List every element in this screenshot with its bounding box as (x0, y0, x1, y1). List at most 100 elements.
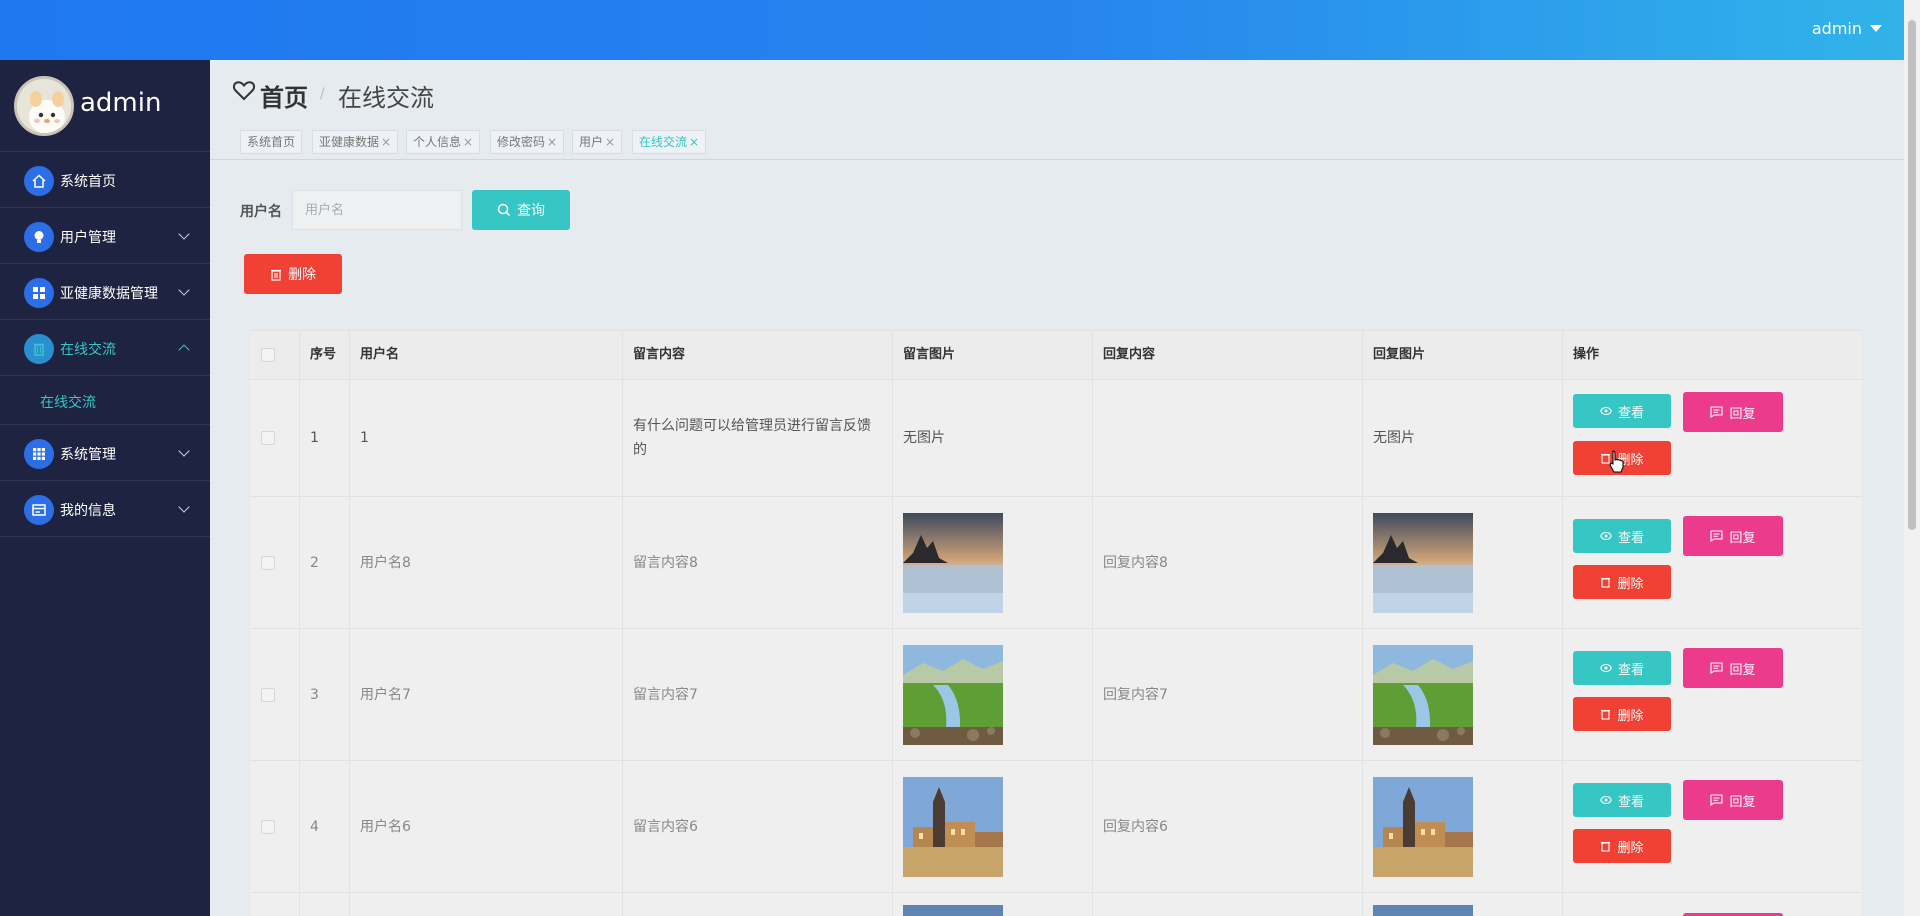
tab-label: 系统首页 (247, 135, 296, 149)
reply-image-cell (1363, 497, 1563, 628)
grid-icon (24, 278, 54, 308)
reply-button[interactable]: 回复 (1683, 516, 1783, 556)
username-cell: 用户名6 (350, 761, 623, 892)
tab-label: 修改密码 (497, 135, 546, 149)
table-row: 2 用户名8 留言内容8 回复内容8 查看 回复 删除 (250, 497, 1862, 629)
breadcrumb-separator: / (320, 86, 325, 102)
username-search-input[interactable] (292, 190, 462, 230)
sidebar-item-users[interactable]: 用户管理 (0, 208, 210, 264)
page-scrollbar[interactable] (1904, 0, 1920, 916)
row-checkbox[interactable] (261, 687, 275, 702)
view-button[interactable]: 查看 (1573, 783, 1671, 817)
content-cell: 有什么问题可以给管理员进行留言反馈的 (623, 380, 893, 496)
header-cell: 留言内容 (623, 331, 893, 379)
reply-image-castle[interactable] (1373, 776, 1473, 877)
close-icon[interactable]: × (689, 135, 699, 149)
sidebar-item-online-chat[interactable]: 在线交流 (0, 320, 210, 376)
message-image-meadow[interactable] (903, 644, 1003, 745)
sidebar-item-home[interactable]: 系统首页 (0, 152, 210, 208)
tab-change-password[interactable]: 修改密码 × (490, 130, 565, 154)
delete-label: 删除 (1617, 840, 1644, 856)
message-image-castle[interactable] (903, 776, 1003, 877)
delete-button[interactable]: 删除 (1573, 829, 1671, 863)
row-content: 留言内容6 (633, 818, 698, 835)
chevron-down-icon (178, 284, 190, 296)
sidebar-item-system[interactable]: 系统管理 (0, 425, 210, 481)
sidebar-item-my-info[interactable]: 我的信息 (0, 481, 210, 537)
reply-button[interactable]: 回复 (1683, 780, 1783, 820)
view-button[interactable]: 查看 (1573, 394, 1671, 428)
delete-button[interactable]: 删除 (1573, 697, 1671, 731)
close-icon[interactable]: × (547, 135, 557, 149)
view-button[interactable]: 查看 (1573, 519, 1671, 553)
message-table: 序号 用户名 留言内容 留言图片 回复内容 回复图片 操作 1 1 有什么问题可… (250, 330, 1862, 916)
submenu-item-online-chat[interactable]: 在线交流 (0, 376, 210, 425)
chevron-down-icon (178, 228, 190, 240)
header-content: 留言内容 (633, 347, 686, 362)
sidebar-item-health-data[interactable]: 亚健康数据管理 (0, 264, 210, 320)
table-row: 3 用户名7 留言内容7 回复内容7 查看 回复 删除 (250, 629, 1862, 761)
select-all-checkbox[interactable] (261, 348, 275, 362)
message-image-partial[interactable] (903, 905, 1003, 916)
scrollbar-thumb[interactable] (1908, 20, 1916, 530)
tab-users[interactable]: 用户 × (572, 130, 623, 154)
close-icon[interactable]: × (463, 135, 473, 149)
view-button[interactable]: 查看 (1573, 651, 1671, 685)
close-icon[interactable]: × (381, 135, 391, 149)
reply-image-meadow[interactable] (1373, 644, 1473, 745)
row-checkbox[interactable] (261, 555, 275, 570)
reply-label: 回复 (1729, 406, 1756, 422)
message-image-lake[interactable] (903, 512, 1003, 613)
row-index: 2 (310, 554, 319, 571)
header-reply-image: 回复图片 (1373, 347, 1426, 362)
top-bar: admin (0, 0, 1920, 60)
table-row: 4 用户名6 留言内容6 回复内容6 查看 回复 删除 (250, 761, 1862, 893)
header-index: 序号 (310, 347, 337, 362)
tab-health-data[interactable]: 亚健康数据 × (312, 130, 399, 154)
batch-delete-button[interactable]: 删除 (244, 254, 342, 294)
row-checkbox[interactable] (261, 819, 275, 834)
row-reply: 回复内容7 (1103, 686, 1168, 703)
image-cell (893, 893, 1093, 916)
sidebar-item-label: 亚健康数据管理 (60, 286, 158, 302)
reply-image-partial[interactable] (1373, 905, 1473, 916)
row-username: 用户名7 (360, 686, 411, 703)
sidebar-item-label: 我的信息 (60, 503, 116, 519)
actions-cell: 查看 回复 删除 (1563, 761, 1862, 892)
breadcrumb-home[interactable]: 首页 (260, 78, 308, 113)
tabs-bar: 系统首页 亚健康数据 × 个人信息 × 修改密码 × 用户 × 在线交流 × (210, 125, 1904, 160)
user-menu[interactable]: admin (1812, 19, 1882, 38)
row-image-text: 无图片 (903, 430, 945, 446)
search-button-label: 查询 (517, 203, 545, 219)
reply-button[interactable]: 回复 (1683, 648, 1783, 688)
header-cell: 序号 (300, 331, 350, 379)
reply-image-cell (1363, 629, 1563, 760)
reply-button[interactable]: 回复 (1683, 392, 1783, 432)
reply-image-lake[interactable] (1373, 512, 1473, 613)
close-icon[interactable]: × (605, 135, 615, 149)
row-checkbox[interactable] (261, 431, 275, 445)
sidebar-item-label: 系统管理 (60, 447, 116, 463)
batch-delete-label: 删除 (288, 267, 316, 283)
tab-online-chat[interactable]: 在线交流 × (632, 130, 707, 154)
index-cell: 4 (300, 761, 350, 892)
header-username: 用户名 (360, 347, 400, 362)
tab-personal-info[interactable]: 个人信息 × (406, 130, 481, 154)
content-cell: 留言内容6 (623, 761, 893, 892)
tab-label: 在线交流 (639, 135, 688, 149)
select-cell (250, 893, 300, 916)
select-cell (250, 380, 300, 496)
chevron-down-icon (178, 445, 190, 457)
header-cell: 操作 (1563, 331, 1862, 379)
reply-label: 回复 (1729, 794, 1756, 810)
tab-home[interactable]: 系统首页 (240, 130, 303, 154)
row-content: 有什么问题可以给管理员进行留言反馈的 (633, 418, 871, 458)
header-cell: 回复图片 (1363, 331, 1563, 379)
delete-button[interactable]: 删除 (1573, 565, 1671, 599)
index-cell: 2 (300, 497, 350, 628)
message-icon (1710, 794, 1724, 806)
search-button[interactable]: 查询 (472, 190, 570, 230)
header-cell: 回复内容 (1093, 331, 1363, 379)
avatar (14, 76, 74, 136)
username-cell: 用户名7 (350, 629, 623, 760)
